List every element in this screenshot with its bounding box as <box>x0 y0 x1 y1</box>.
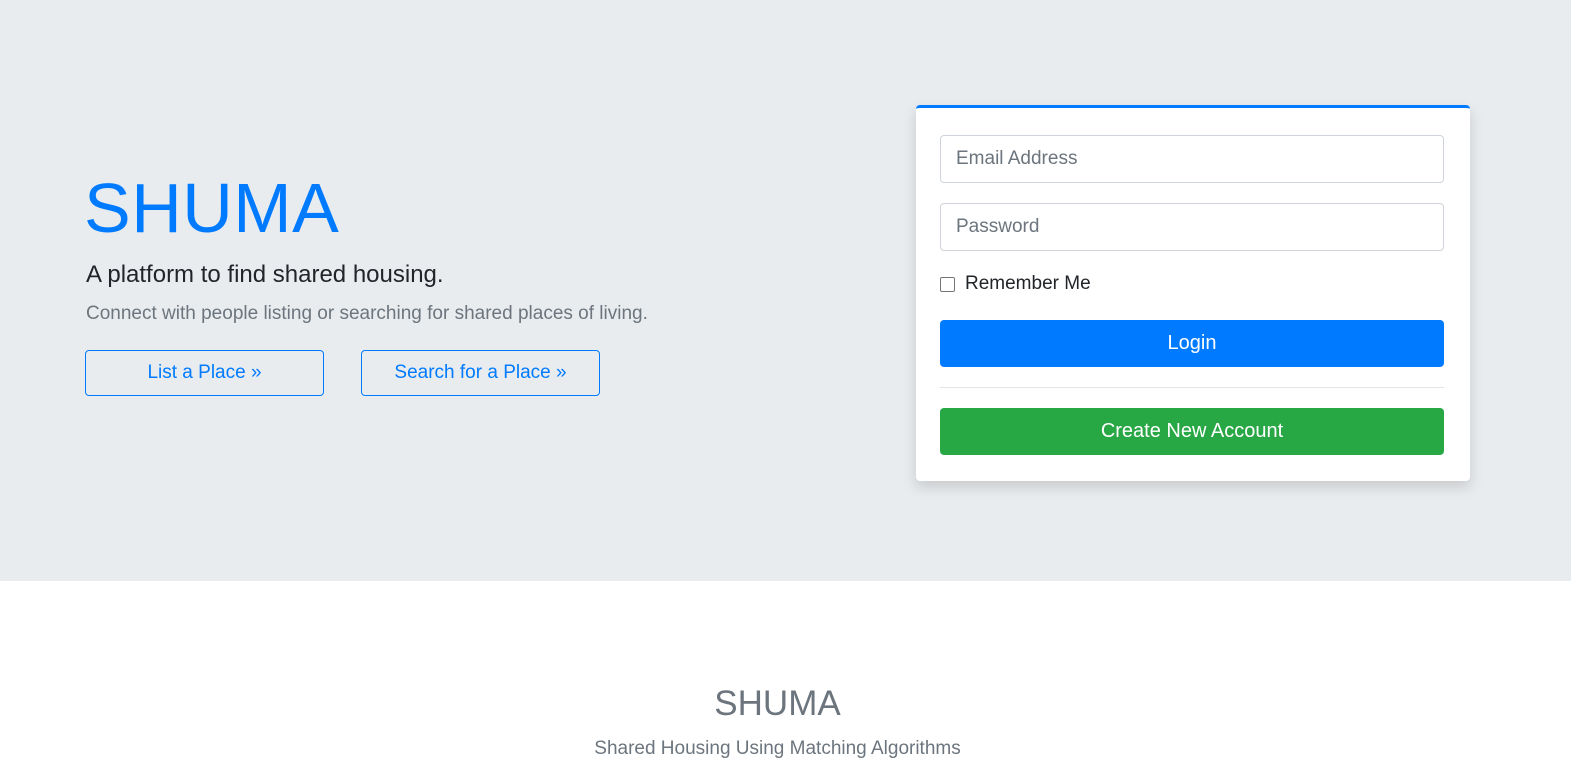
remember-me[interactable]: Remember Me <box>940 273 1091 295</box>
login-card: Remember Me Login Create New Account <box>916 105 1470 481</box>
footer-subtitle: Shared Housing Using Matching Algorithms <box>594 738 961 759</box>
hero-tagline: A platform to find shared housing. <box>86 261 444 288</box>
hero-section: SHUMA A platform to find shared housing.… <box>0 0 1571 581</box>
remember-me-label: Remember Me <box>965 273 1091 294</box>
email-field[interactable] <box>940 135 1444 183</box>
password-field[interactable] <box>940 203 1444 251</box>
footer-title: SHUMA <box>714 684 841 723</box>
brand-title: SHUMA <box>84 169 340 247</box>
create-account-button[interactable]: Create New Account <box>940 408 1444 455</box>
login-button[interactable]: Login <box>940 320 1444 367</box>
remember-me-checkbox[interactable] <box>940 276 955 292</box>
hero-subline: Connect with people listing or searching… <box>86 303 648 324</box>
list-place-button[interactable]: List a Place » <box>85 350 324 396</box>
divider <box>940 387 1444 388</box>
search-place-button[interactable]: Search for a Place » <box>361 350 600 396</box>
